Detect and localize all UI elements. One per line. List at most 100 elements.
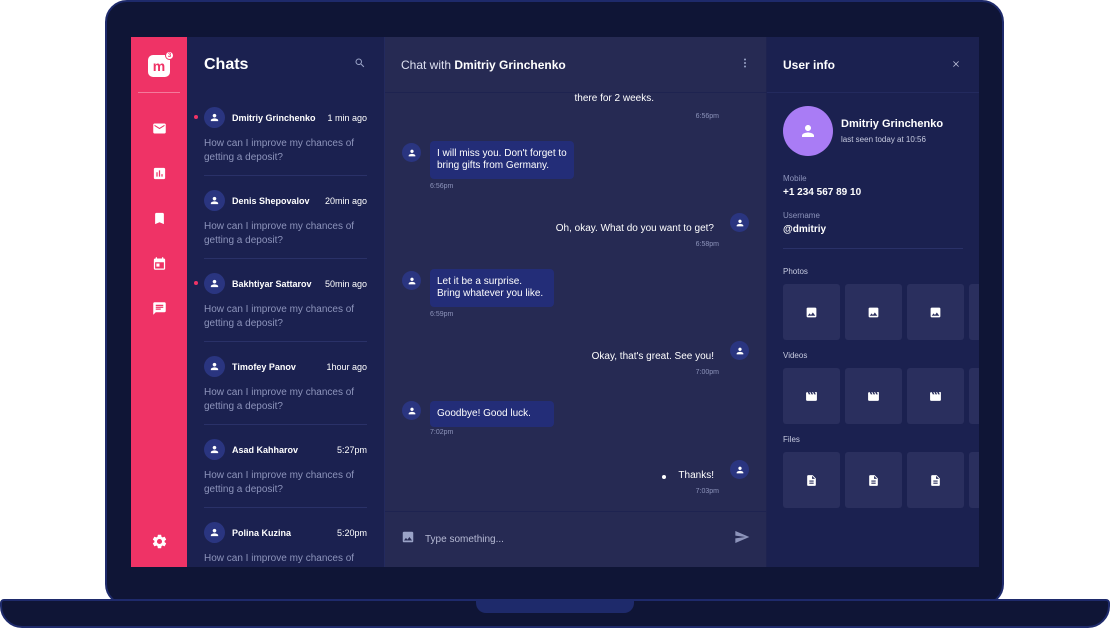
attach-image-icon[interactable] [401, 530, 415, 549]
search-icon[interactable] [354, 56, 366, 74]
image-icon [806, 307, 817, 317]
chat-name: Bakhtiyar Sattarov [232, 278, 312, 289]
chat-list-item[interactable]: Asad Kahharov 5:27pm How can I improve my … [204, 425, 367, 508]
movie-icon [868, 391, 879, 401]
chat-time: 5:20pm [336, 527, 367, 538]
file-tile[interactable] [783, 452, 840, 508]
photos-label: Photos [783, 267, 808, 276]
avatar [204, 107, 225, 128]
more-vertical-icon[interactable] [740, 56, 750, 74]
chat-list-item[interactable]: Polina Kuzina 5:20pm How can I improve my … [204, 508, 367, 567]
sidebar-divider [138, 92, 180, 93]
document-icon [931, 474, 940, 486]
status-dot [662, 475, 666, 479]
video-tile[interactable] [783, 368, 840, 424]
profile-summary: Dmitriy Grinchenko last seen today at 10… [767, 93, 979, 156]
avatar [204, 273, 225, 294]
settings-icon[interactable] [149, 531, 169, 551]
mobile-label: Mobile [783, 174, 807, 183]
chat-list: Dmitriy Grinchenko 1 min ago How can I imp… [187, 93, 384, 567]
chat-preview: How can I improve my chances of getting … [204, 387, 355, 412]
logo-letter: m [152, 58, 166, 74]
avatar [204, 439, 225, 460]
username-field: Username @dmitriy [767, 211, 979, 235]
message-list: there for 2 weeks. 6:56pm I will miss you.… [385, 93, 766, 513]
chat-name: Timofey Panov [232, 361, 296, 372]
avatar [204, 522, 225, 543]
image-icon [930, 307, 941, 317]
mail-icon[interactable] [149, 118, 169, 138]
chart-icon[interactable] [149, 163, 169, 183]
conversation-contact-name: Dmitriy Grinchenko [454, 57, 566, 72]
chat-preview: How can I improve my chances of getting … [204, 138, 355, 163]
chat-preview: How can I improve my chances of getting … [204, 304, 355, 329]
chat-icon[interactable] [149, 298, 169, 318]
photo-tile[interactable] [907, 284, 964, 340]
avatar [204, 356, 225, 377]
user-info-title: User info [783, 57, 836, 72]
chat-name: Polina Kuzina [232, 527, 292, 538]
document-icon [869, 474, 878, 486]
message-time: 7:03pm [695, 488, 719, 495]
chat-time: 50min ago [324, 278, 367, 289]
document-icon [807, 474, 816, 486]
file-tile[interactable] [845, 452, 902, 508]
bookmark-icon[interactable] [149, 208, 169, 228]
sidebar: m 3 [131, 37, 187, 567]
mobile-value: +1 234 567 89 10 [783, 187, 862, 198]
chat-name: Dmitriy Grinchenko [232, 112, 316, 123]
chat-name: Denis Shepovalov [232, 195, 310, 206]
outgoing-message: Thanks! 7:03pm [385, 93, 766, 513]
video-tile[interactable] [907, 368, 964, 424]
profile-name: Dmitriy Grinchenko [841, 118, 944, 130]
chat-list-item[interactable]: Dmitriy Grinchenko 1 min ago How can I imp… [194, 93, 367, 176]
conversation-title: Chat with Dmitriy Grinchenko [401, 58, 566, 72]
photo-tile[interactable] [845, 284, 902, 340]
avatar [204, 190, 225, 211]
files-row [767, 452, 979, 508]
photo-tile[interactable] [969, 284, 979, 340]
avatar [783, 106, 833, 156]
videos-label: Videos [783, 351, 808, 360]
chat-time: 1hour ago [326, 361, 367, 372]
laptop-notch [476, 599, 634, 613]
photos-row [767, 284, 979, 340]
photo-tile[interactable] [783, 284, 840, 340]
calendar-icon[interactable] [149, 253, 169, 273]
chat-list-item[interactable]: Bakhtiyar Sattarov 50min ago How can I imp… [194, 259, 367, 342]
image-icon [868, 307, 879, 317]
message-text: Thanks! [678, 470, 714, 481]
profile-status: last seen today at 10:56 [841, 135, 926, 144]
send-icon[interactable] [734, 529, 750, 550]
unread-dot [194, 281, 198, 285]
close-icon[interactable] [951, 56, 961, 74]
chats-title: Chats [204, 56, 249, 73]
chat-list-item[interactable]: Timofey Panov 1hour ago How can I improve … [204, 342, 367, 425]
chat-list-item[interactable]: Denis Shepovalov 20min ago How can I impro… [204, 176, 367, 259]
logo-badge: 3 [165, 51, 174, 60]
video-tile[interactable] [845, 368, 902, 424]
chat-time: 1 min ago [327, 112, 367, 123]
video-tile[interactable] [969, 368, 979, 424]
unread-dot [194, 115, 198, 119]
file-tile[interactable] [907, 452, 964, 508]
files-label: Files [783, 435, 800, 444]
avatar [730, 460, 749, 479]
file-tile[interactable] [969, 452, 979, 508]
chat-time: 20min ago [324, 195, 367, 206]
chats-panel: Chats Dmitriy Grinchenko 1 min ago How can… [187, 37, 385, 567]
mobile-field: Mobile +1 234 567 89 10 [767, 174, 979, 198]
movie-icon [806, 391, 817, 401]
chat-preview: How can I improve my chances of getting … [204, 221, 355, 246]
videos-row [767, 368, 979, 424]
message-input[interactable] [425, 534, 734, 545]
conversation-title-prefix: Chat with [401, 57, 452, 72]
app-screen: m 3 Chats Dmitriy Grinchenko 1 min ago H… [131, 37, 979, 567]
conversation-header: Chat with Dmitriy Grinchenko [385, 37, 766, 93]
user-info-divider [783, 248, 963, 249]
chat-time: 5:27pm [336, 444, 367, 455]
user-info-panel: User info Dmitriy Grinchenko last seen t… [767, 37, 979, 567]
username-value: @dmitriy [783, 224, 827, 235]
app-logo[interactable]: m 3 [148, 51, 174, 77]
conversation-panel: Chat with Dmitriy Grinchenko there for 2… [385, 37, 767, 567]
